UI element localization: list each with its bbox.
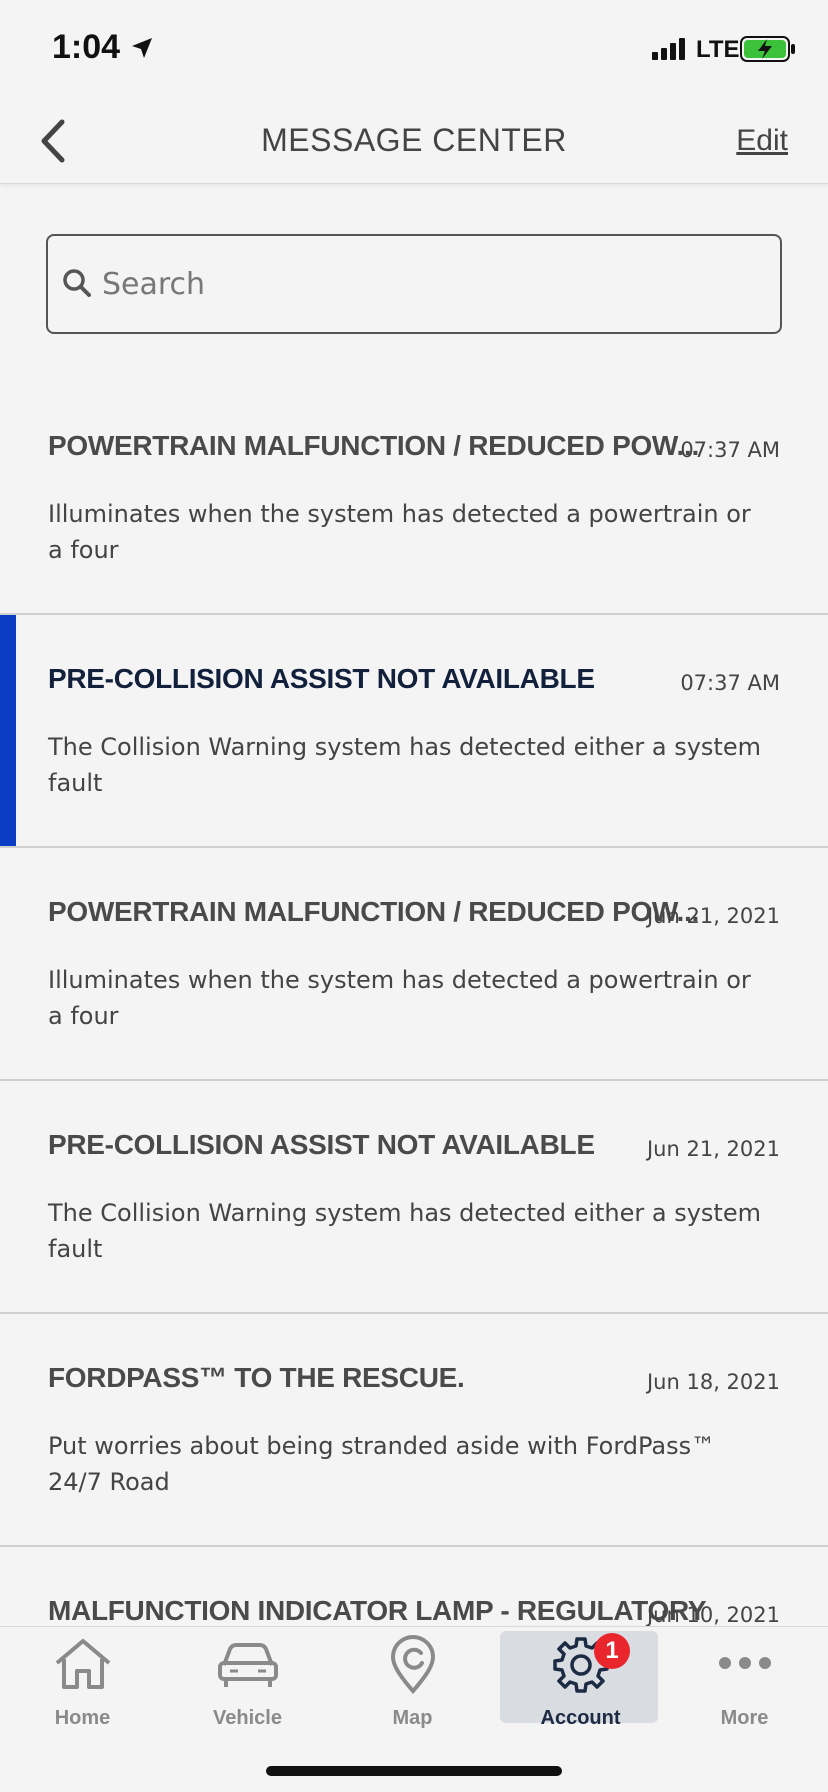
vehicle-icon	[217, 1643, 278, 1687]
tab-account[interactable]: 1 Account	[498, 1627, 663, 1729]
message-time: Jun 10, 2021	[646, 1603, 780, 1626]
status-time: 1:04	[52, 28, 121, 66]
page-title: MESSAGE CENTER	[261, 122, 567, 158]
message-item[interactable]: POWERTRAIN MALFUNCTION / REDUCED POW... …	[0, 848, 828, 1081]
message-preview: The Collision Warning system has detecte…	[48, 1199, 761, 1263]
more-icon	[718, 1657, 771, 1669]
search-box[interactable]	[46, 234, 782, 334]
message-item[interactable]: MALFUNCTION INDICATOR LAMP - REGULATORY …	[0, 1547, 828, 1626]
message-preview: The Collision Warning system has detecte…	[48, 733, 761, 797]
status-bar: 1:04 LTE	[0, 0, 828, 100]
network-label: LTE	[696, 36, 740, 63]
tab-vehicle[interactable]: Vehicle	[165, 1627, 330, 1729]
home-icon	[55, 1639, 110, 1689]
search-icon	[63, 269, 91, 297]
message-preview: Illuminates when the system has detected…	[48, 966, 751, 1030]
map-pin-icon	[390, 1635, 435, 1695]
message-time: Jun 21, 2021	[646, 904, 780, 928]
tab-label: More	[720, 1707, 769, 1729]
notification-badge: 1	[594, 1633, 630, 1669]
home-indicator	[266, 1766, 562, 1776]
message-list[interactable]: POWERTRAIN MALFUNCTION / REDUCED POW... …	[0, 382, 828, 1626]
edit-button[interactable]: Edit	[736, 124, 788, 158]
message-title: POWERTRAIN MALFUNCTION / REDUCED POW...	[48, 430, 699, 461]
message-title: PRE-COLLISION ASSIST NOT AVAILABLE	[48, 663, 595, 694]
signal-icon	[652, 38, 685, 60]
message-time: Jun 21, 2021	[646, 1137, 780, 1161]
message-title: MALFUNCTION INDICATOR LAMP - REGULATORY	[48, 1595, 707, 1626]
nav-bar: MESSAGE CENTER Edit	[0, 100, 828, 184]
tab-label: Vehicle	[213, 1707, 282, 1729]
message-item[interactable]: POWERTRAIN MALFUNCTION / REDUCED POW... …	[0, 382, 828, 615]
message-item[interactable]: PRE-COLLISION ASSIST NOT AVAILABLE Jun 2…	[0, 1081, 828, 1314]
search-input[interactable]	[100, 240, 760, 328]
message-item[interactable]: FORDPASS™ TO THE RESCUE. Jun 18, 2021 Pu…	[0, 1314, 828, 1547]
message-title: POWERTRAIN MALFUNCTION / REDUCED POW...	[48, 896, 699, 927]
message-preview: Illuminates when the system has detected…	[48, 500, 751, 564]
message-preview: Put worries about being stranded aside w…	[48, 1432, 716, 1496]
tab-label: Account	[540, 1707, 621, 1729]
battery-charging-icon	[740, 36, 795, 62]
tab-label: Home	[54, 1707, 111, 1729]
message-time: 07:37 AM	[680, 438, 780, 462]
tab-map[interactable]: Map	[330, 1627, 495, 1729]
message-time: 07:37 AM	[680, 671, 780, 695]
tab-home[interactable]: Home	[0, 1627, 165, 1729]
tab-more[interactable]: More	[662, 1627, 827, 1729]
message-time: Jun 18, 2021	[646, 1370, 780, 1394]
message-item-selected[interactable]: PRE-COLLISION ASSIST NOT AVAILABLE 07:37…	[0, 615, 828, 848]
message-title: FORDPASS™ TO THE RESCUE.	[48, 1362, 465, 1393]
location-arrow-icon	[132, 38, 152, 58]
tab-label: Map	[392, 1707, 433, 1729]
message-title: PRE-COLLISION ASSIST NOT AVAILABLE	[48, 1129, 595, 1160]
